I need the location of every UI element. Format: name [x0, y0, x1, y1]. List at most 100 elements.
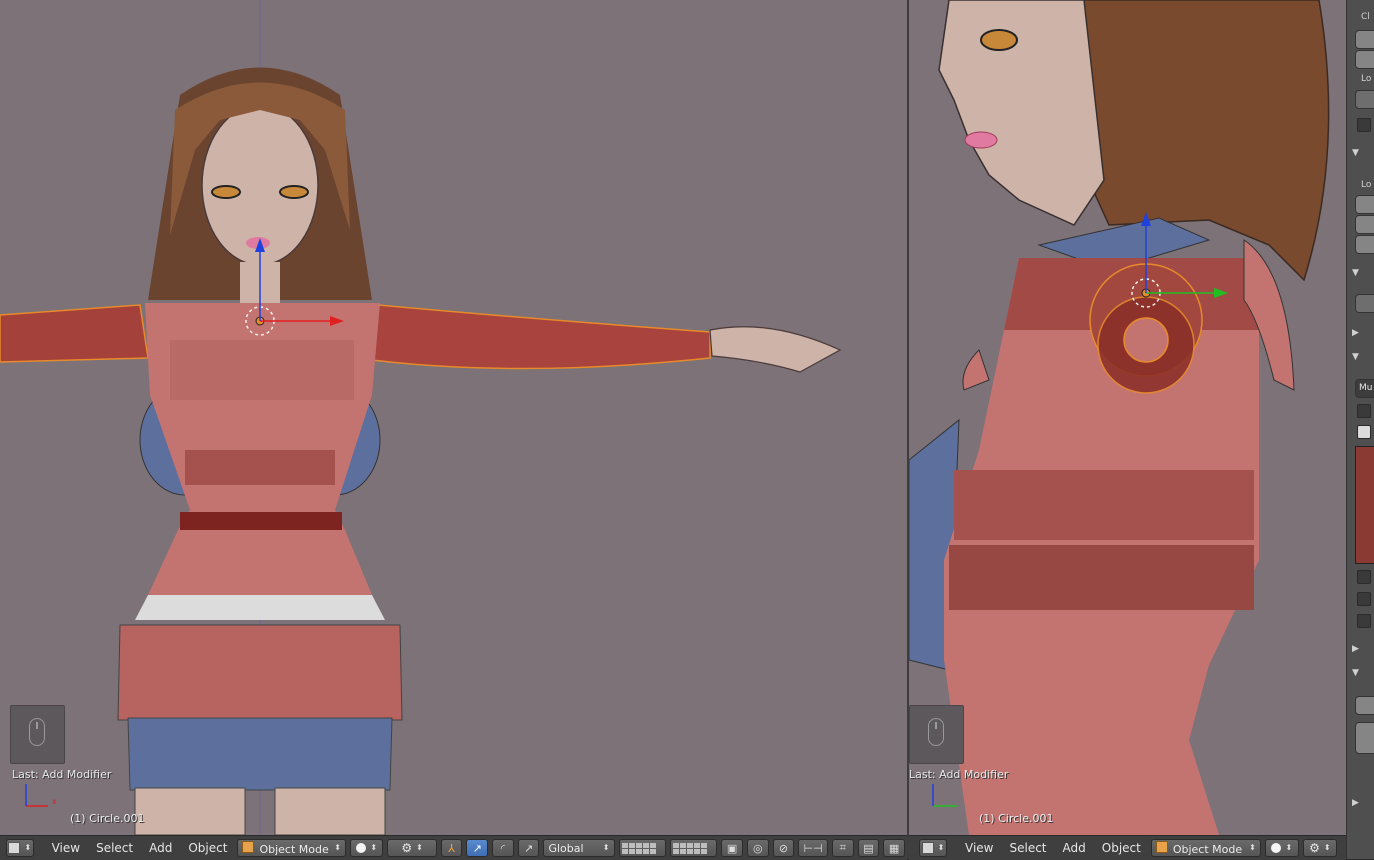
material-preview: [1355, 446, 1374, 564]
prop-checkbox[interactable]: [1357, 404, 1371, 418]
chevron-icon: ⬍: [370, 843, 378, 852]
editor-type-button[interactable]: ⬍: [919, 839, 947, 857]
magnet-icon: ⊘: [778, 841, 789, 855]
chevron-icon: ⬍: [24, 843, 32, 852]
manipulator-icon: ⅄: [448, 841, 455, 855]
shading-button[interactable]: ⬍: [349, 839, 384, 857]
prop-field[interactable]: [1355, 294, 1374, 313]
translate-manipulator-button[interactable]: ↗: [466, 839, 489, 857]
snap-target-icon: ⌗: [839, 841, 846, 854]
camera-icon: ▤: [863, 841, 874, 855]
left-eye: [211, 185, 241, 199]
layers-group-1[interactable]: [618, 839, 666, 857]
prop-label-fragment: Mu: [1359, 383, 1373, 393]
mouse-icon: [928, 718, 944, 746]
3d-viewport-front[interactable]: Last: Add Modifier x (1) Circle.001: [0, 0, 907, 835]
render-anim-button[interactable]: ▦: [883, 839, 905, 857]
prop-checkbox[interactable]: [1357, 614, 1371, 628]
active-object-label: (1) Circle.001: [70, 812, 145, 825]
chevron-icon: ⬍: [602, 843, 610, 852]
lock-layers-button[interactable]: ▣: [721, 839, 743, 857]
svg-text:x: x: [52, 797, 57, 806]
panel-expand-icon[interactable]: ▶: [1352, 328, 1359, 338]
skirt: [117, 624, 403, 721]
snap-toggle[interactable]: ⊘: [772, 839, 795, 857]
viewport-scene-front: [0, 0, 842, 835]
menu-select[interactable]: Select: [1001, 841, 1054, 855]
prop-field[interactable]: [1355, 30, 1374, 49]
axis-orientation-icon: [932, 784, 957, 807]
prop-label-fragment: Cl: [1361, 12, 1370, 22]
chevron-icon: ⬍: [334, 843, 341, 852]
mode-label: Object Mode: [259, 842, 329, 856]
panel-expand-icon[interactable]: ▶: [1352, 644, 1359, 654]
mouse-icon: [29, 718, 45, 746]
menu-object[interactable]: Object: [1094, 841, 1149, 855]
prop-checkbox[interactable]: [1357, 570, 1371, 584]
menu-object[interactable]: Object: [180, 841, 235, 855]
prop-checkbox[interactable]: [1357, 425, 1371, 439]
prop-field[interactable]: [1355, 90, 1374, 109]
panel-collapse-icon[interactable]: ▼: [1352, 668, 1359, 678]
rotate-manipulator-button[interactable]: ◜: [492, 839, 514, 857]
object-mode-icon: [1155, 840, 1168, 853]
clapper-icon: ▦: [888, 841, 900, 855]
menu-view[interactable]: View: [957, 841, 1001, 855]
panel-collapse-icon[interactable]: ▼: [1352, 268, 1359, 278]
properties-panel[interactable]: Cl Lo ▼ Lo ▼ ▶ ▼ Mu ▶ ▼ ▶: [1346, 0, 1374, 859]
navigation-mouse-widget[interactable]: [10, 705, 65, 764]
prop-checkbox[interactable]: [1357, 118, 1371, 132]
mode-select[interactable]: Object Mode ⬍: [1150, 839, 1261, 857]
3d-viewport-side[interactable]: Last: Add Modifier (1) Circle.001: [909, 0, 1346, 835]
menu-add[interactable]: Add: [1055, 841, 1094, 855]
manipulator-toggle[interactable]: ⅄: [440, 839, 463, 857]
cube-icon: [921, 842, 934, 854]
chevron-icon: ⬍: [1323, 843, 1331, 852]
menu-select[interactable]: Select: [88, 841, 141, 855]
snap-icon: ⊢⊣: [803, 841, 823, 855]
cube-icon: [8, 842, 21, 854]
render-button[interactable]: ▤: [857, 839, 880, 857]
snap-element-button[interactable]: ⊢⊣: [798, 839, 828, 857]
editor-type-button[interactable]: ⬍: [6, 839, 34, 857]
viewport-scene-side: [909, 0, 1330, 835]
active-object-label-side: (1) Circle.001: [979, 812, 1054, 825]
hand: [709, 326, 842, 373]
prop-field[interactable]: [1355, 235, 1374, 254]
prop-label-fragment: Lo: [1361, 74, 1372, 84]
prop-field[interactable]: [1355, 195, 1374, 214]
panel-collapse-icon[interactable]: ▼: [1352, 352, 1359, 362]
panel-collapse-icon[interactable]: ▼: [1352, 148, 1359, 158]
pivot-button[interactable]: ⚙ ⬍: [1302, 839, 1337, 857]
prop-field[interactable]: [1355, 50, 1374, 69]
layers-group-2[interactable]: [669, 839, 718, 857]
proportional-icon: ◎: [752, 841, 763, 855]
face-side: [938, 0, 1105, 226]
prop-checkbox[interactable]: [1357, 592, 1371, 606]
menu-add[interactable]: Add: [141, 841, 180, 855]
arrow-icon: ↗: [472, 841, 482, 855]
prop-field[interactable]: [1355, 696, 1374, 715]
scale-manipulator-button[interactable]: ↗: [517, 839, 540, 857]
pivot-icon: ⚙: [401, 841, 413, 855]
proportional-edit-button[interactable]: ◎: [746, 839, 769, 857]
pivot-button[interactable]: ⚙ ⬍: [387, 839, 437, 857]
chevron-icon: ⬍: [1285, 843, 1293, 852]
prop-field[interactable]: [1355, 722, 1374, 754]
scale-icon: ↗: [524, 841, 534, 855]
orientation-select[interactable]: Global ⬍: [543, 839, 615, 857]
orientation-label: Global: [548, 841, 584, 855]
prop-field[interactable]: [1355, 215, 1374, 234]
snap-target-button[interactable]: ⌗: [831, 839, 854, 857]
pivot-icon: ⚙: [1309, 841, 1320, 855]
shorts: [127, 717, 393, 791]
mode-select[interactable]: Object Mode ⬍: [237, 839, 346, 857]
menu-view[interactable]: View: [44, 841, 88, 855]
navigation-mouse-widget-side[interactable]: [909, 705, 964, 764]
layers-icon: ▣: [726, 841, 738, 855]
shading-button[interactable]: ⬍: [1264, 839, 1299, 857]
chevron-icon: ⬍: [416, 843, 423, 852]
panel-expand-icon[interactable]: ▶: [1352, 798, 1359, 808]
mode-label: Object Mode: [1172, 842, 1243, 856]
axis-orientation-icon: x: [25, 784, 57, 807]
